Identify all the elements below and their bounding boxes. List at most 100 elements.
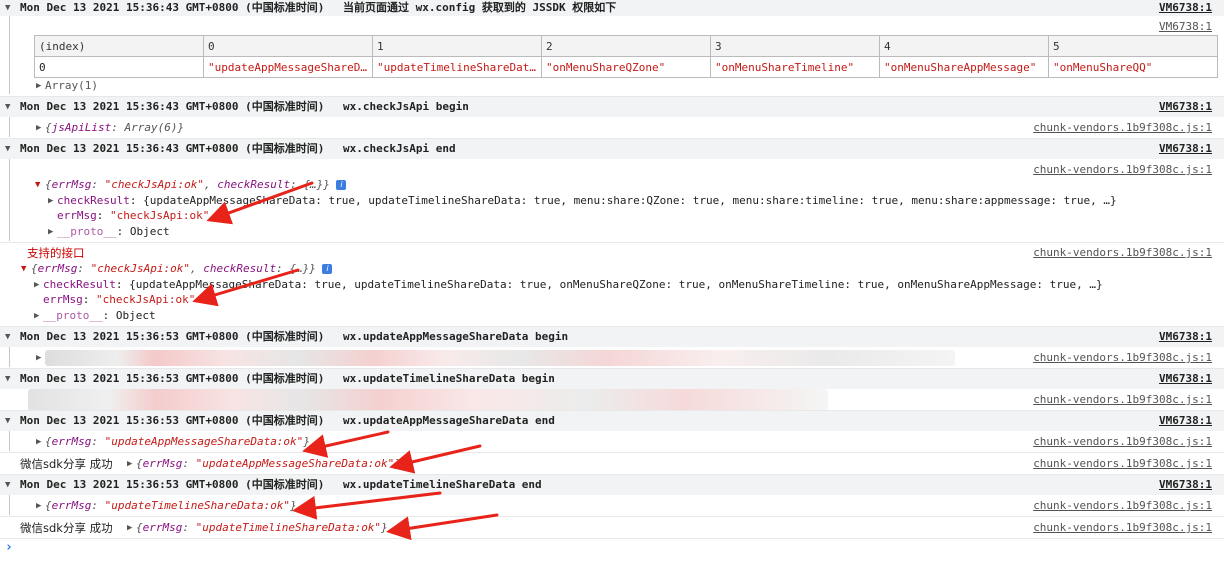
expand-triangle-icon[interactable]: ▶ — [127, 521, 132, 535]
source-link[interactable]: VM6738:1 — [1159, 414, 1212, 428]
log-timestamp: Mon Dec 13 2021 15:36:53 GMT+0800 (中国标准时… — [20, 478, 325, 491]
property-value: {updateAppMessageShareData: true, update… — [129, 278, 1103, 291]
log-group-timeline-end[interactable]: ▼ Mon Dec 13 2021 15:36:53 GMT+0800 (中国标… — [0, 475, 1224, 495]
source-link[interactable]: chunk-vendors.1b9f308c.js:1 — [1033, 163, 1212, 177]
source-link[interactable]: chunk-vendors.1b9f308c.js:1 — [1033, 246, 1212, 260]
table-header-index[interactable]: (index) — [34, 35, 204, 57]
info-icon[interactable]: i — [322, 264, 333, 274]
table-header-0[interactable]: 0 — [203, 35, 373, 57]
collapse-triangle-icon[interactable]: ▼ — [5, 330, 10, 344]
group-indent-line — [9, 495, 10, 515]
expand-triangle-icon[interactable]: ▶ — [127, 457, 132, 471]
expand-triangle-icon[interactable]: ▶ — [48, 194, 53, 208]
log-group-appmessage-end[interactable]: ▼ Mon Dec 13 2021 15:36:53 GMT+0800 (中国标… — [0, 411, 1224, 431]
table-row: 0 "updateAppMessageShareD… "updateTimeli… — [34, 56, 1218, 78]
source-link[interactable]: chunk-vendors.1b9f308c.js:1 — [1033, 121, 1212, 135]
source-link[interactable]: VM6738:1 — [1159, 20, 1212, 34]
collapse-triangle-icon[interactable]: ▼ — [5, 478, 10, 492]
divider — [0, 538, 1224, 539]
expand-triangle-icon[interactable]: ▶ — [36, 435, 41, 449]
group-indent-line — [9, 347, 10, 367]
table-header-4[interactable]: 4 — [879, 35, 1049, 57]
source-link[interactable]: VM6738:1 — [1159, 142, 1212, 156]
log-group-timeline-begin[interactable]: ▼ Mon Dec 13 2021 15:36:53 GMT+0800 (中国标… — [0, 369, 1224, 389]
collapse-triangle-icon[interactable]: ▼ — [5, 1, 10, 15]
divider — [0, 516, 1224, 517]
group-indent-line — [9, 159, 10, 241]
table-header-1[interactable]: 1 — [372, 35, 542, 57]
log-message: wx.updateTimelineShareData end — [343, 478, 542, 491]
log-group-jssdk[interactable]: ▼ Mon Dec 13 2021 15:36:43 GMT+0800 (中国标… — [0, 0, 1224, 16]
property-value: Object — [129, 225, 170, 238]
log-group-checkjsapi-end[interactable]: ▼ Mon Dec 13 2021 15:36:43 GMT+0800 (中国标… — [0, 139, 1224, 159]
collapse-triangle-icon[interactable]: ▼ — [5, 142, 10, 156]
table-header-5[interactable]: 5 — [1048, 35, 1218, 57]
property-key: errMsg — [57, 209, 97, 222]
expand-triangle-icon[interactable]: ▶ — [36, 79, 41, 93]
source-link[interactable]: VM6738:1 — [1159, 330, 1212, 344]
source-link[interactable]: chunk-vendors.1b9f308c.js:1 — [1033, 521, 1212, 535]
expand-triangle-icon[interactable]: ▶ — [34, 309, 39, 323]
object-key: errMsg — [142, 457, 183, 470]
log-timestamp: Mon Dec 13 2021 15:36:53 GMT+0800 (中国标准时… — [20, 372, 325, 385]
source-link[interactable]: VM6738:1 — [1159, 100, 1212, 114]
source-link[interactable]: chunk-vendors.1b9f308c.js:1 — [1033, 351, 1212, 365]
table-cell: "updateTimelineShareDat… — [372, 56, 542, 78]
object-value: "checkJsApi:ok" — [90, 262, 190, 275]
source-link[interactable]: chunk-vendors.1b9f308c.js:1 — [1033, 499, 1212, 513]
collapse-triangle-icon[interactable]: ▼ — [5, 100, 10, 114]
object-value: {…} — [303, 178, 324, 191]
log-timestamp: Mon Dec 13 2021 15:36:43 GMT+0800 (中国标准时… — [20, 1, 325, 14]
collapse-triangle-icon[interactable]: ▼ — [5, 414, 10, 428]
table-cell: "onMenuShareAppMessage" — [879, 56, 1049, 78]
log-message: wx.updateAppMessageShareData end — [343, 414, 555, 427]
object-value: Array(6) — [124, 121, 178, 134]
property-value: "checkJsApi:ok" — [110, 209, 210, 222]
source-link[interactable]: chunk-vendors.1b9f308c.js:1 — [1033, 393, 1212, 407]
object-key: errMsg — [51, 178, 92, 191]
permissions-table: (index) 0 1 2 3 4 5 0 "updateAppMessageS… — [34, 35, 1218, 78]
table-header-2[interactable]: 2 — [541, 35, 711, 57]
object-key: errMsg — [51, 499, 92, 512]
expand-triangle-icon[interactable]: ▶ — [36, 351, 41, 365]
source-link[interactable]: VM6738:1 — [1159, 372, 1212, 386]
annotation-arrow — [302, 430, 390, 458]
object-key: checkResult — [203, 262, 277, 275]
object-value: "updateTimelineShareData:ok" — [195, 521, 382, 534]
property-key: checkResult — [43, 278, 116, 291]
redacted-content — [45, 350, 955, 366]
array-label: Array(1) — [45, 79, 98, 92]
info-icon[interactable]: i — [336, 180, 347, 190]
property-value: Object — [115, 309, 156, 322]
source-link[interactable]: chunk-vendors.1b9f308c.js:1 — [1033, 457, 1212, 471]
property-key: __proto__ — [43, 309, 103, 322]
object-value: "updateTimelineShareData:ok" — [104, 499, 291, 512]
expand-triangle-icon[interactable]: ▶ — [36, 499, 41, 513]
expand-triangle-icon[interactable]: ▶ — [36, 121, 41, 135]
object-value: "updateAppMessageShareData:ok" — [104, 435, 304, 448]
share-success-label: 微信sdk分享 成功 — [20, 521, 113, 535]
table-header-3[interactable]: 3 — [710, 35, 880, 57]
object-key: errMsg — [142, 521, 183, 534]
object-key: errMsg — [51, 435, 92, 448]
expand-triangle-icon[interactable]: ▶ — [48, 225, 53, 239]
source-link[interactable]: chunk-vendors.1b9f308c.js:1 — [1033, 435, 1212, 449]
object-value: "checkJsApi:ok" — [104, 178, 204, 191]
log-group-appmessage-begin[interactable]: ▼ Mon Dec 13 2021 15:36:53 GMT+0800 (中国标… — [0, 327, 1224, 347]
log-group-checkjsapi-begin[interactable]: ▼ Mon Dec 13 2021 15:36:43 GMT+0800 (中国标… — [0, 97, 1224, 117]
group-indent-line — [9, 16, 10, 94]
collapse-triangle-icon[interactable]: ▼ — [35, 178, 40, 192]
source-link[interactable]: VM6738:1 — [1159, 478, 1212, 492]
log-message: 当前页面通过 wx.config 获取到的 JSSDK 权限如下 — [343, 1, 617, 14]
collapse-triangle-icon[interactable]: ▼ — [5, 372, 10, 386]
expand-triangle-icon[interactable]: ▶ — [34, 278, 39, 292]
prompt-chevron-icon: › — [5, 540, 13, 555]
log-timestamp: Mon Dec 13 2021 15:36:43 GMT+0800 (中国标准时… — [20, 100, 325, 113]
source-link[interactable]: VM6738:1 — [1159, 1, 1212, 15]
object-value: "updateAppMessageShareData:ok" — [195, 457, 395, 470]
log-message: wx.checkJsApi begin — [343, 100, 469, 113]
divider — [0, 242, 1224, 243]
object-key: checkResult — [217, 178, 291, 191]
property-key: __proto__ — [57, 225, 117, 238]
collapse-triangle-icon[interactable]: ▼ — [21, 262, 26, 276]
